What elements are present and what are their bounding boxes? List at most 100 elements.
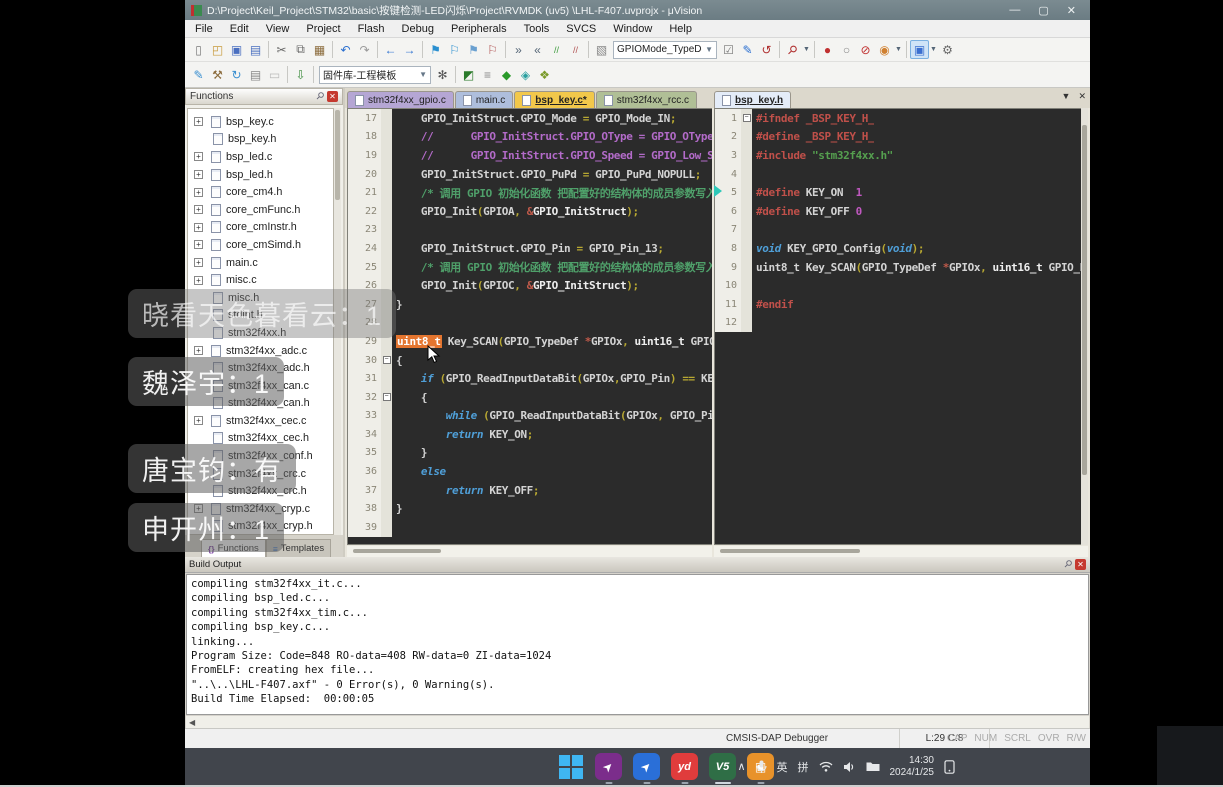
tab-bsp-key-h[interactable]: bsp_key.h — [714, 91, 791, 108]
maximize-button[interactable]: ▢ — [1038, 4, 1048, 17]
expand-plus-icon[interactable]: + — [194, 276, 203, 285]
menu-file[interactable]: File — [195, 23, 213, 35]
expand-plus-icon[interactable]: + — [194, 223, 203, 232]
build-target-icon[interactable]: ⚒ — [208, 65, 227, 84]
target-options-icon[interactable]: ✻ — [433, 65, 452, 84]
redo-icon[interactable]: ↷ — [355, 40, 374, 59]
indent-icon[interactable]: » — [509, 40, 528, 59]
navigate-forward-icon[interactable]: → — [400, 40, 419, 59]
minimize-button[interactable]: — — [1009, 4, 1020, 17]
right-editor-vscrollbar[interactable] — [1081, 108, 1088, 545]
new-file-icon[interactable]: ▯ — [189, 40, 208, 59]
expand-plus-icon[interactable]: + — [194, 346, 203, 355]
tree-item-core_cmSimd-h[interactable]: +core_cmSimd.h — [188, 236, 333, 254]
rebuild-target-icon[interactable]: ↻ — [227, 65, 246, 84]
tree-item-core_cmInstr-h[interactable]: +core_cmInstr.h — [188, 219, 333, 237]
symbols-book-icon[interactable]: ▧ — [592, 40, 611, 59]
window-titlebar[interactable]: D:\Project\Keil_Project\STM32\basic\按键检测… — [185, 0, 1090, 20]
edit-symbol-icon[interactable]: ✎ — [738, 40, 757, 59]
batch-build-icon[interactable]: ▤ — [246, 65, 265, 84]
menu-help[interactable]: Help — [669, 23, 692, 35]
build-output-log[interactable]: compiling stm32f4xx_it.c...compiling bsp… — [186, 574, 1089, 715]
kill-breakpoint-icon[interactable]: ⊘ — [856, 40, 875, 59]
code-area-bsp-key-h[interactable]: 1−#ifndef _BSP_KEY_H_2#define _BSP_KEY_H… — [714, 108, 1088, 545]
close-panel-icon[interactable]: ✕ — [327, 91, 338, 102]
configure-wrench-icon[interactable]: ⚙ — [938, 40, 957, 59]
tree-item-stm32f4xx_cec-c[interactable]: +stm32f4xx_cec.c — [188, 412, 333, 430]
symbol-combo[interactable]: GPIOMode_TypeDef▼ — [613, 41, 717, 59]
dropdown-arrow-icon[interactable]: ▼ — [929, 40, 938, 59]
menu-project[interactable]: Project — [306, 23, 340, 35]
expand-plus-icon[interactable]: + — [194, 170, 203, 179]
verify-symbol-icon[interactable]: ☑ — [719, 40, 738, 59]
target-combo[interactable]: 固件库-工程模板▼ — [319, 66, 431, 84]
expand-plus-icon[interactable]: + — [194, 117, 203, 126]
menu-window[interactable]: Window — [613, 23, 652, 35]
dropdown-arrow-icon[interactable]: ▼ — [802, 40, 811, 59]
download-flash-icon[interactable]: ⇩ — [291, 65, 310, 84]
volume-icon[interactable] — [843, 761, 856, 773]
refresh-symbols-icon[interactable]: ↺ — [757, 40, 776, 59]
manage-rte-icon[interactable]: ◆ — [497, 65, 516, 84]
close-tab-icon[interactable]: ✕ — [1078, 91, 1086, 102]
tree-item-bsp_led-h[interactable]: +bsp_led.h — [188, 166, 333, 184]
tab-stm32f4xx_rcc-c[interactable]: stm32f4xx_rcc.c — [596, 91, 697, 108]
right-editor-hscrollbar[interactable] — [714, 546, 1088, 557]
close-panel-icon[interactable]: ✕ — [1075, 559, 1086, 570]
taskbar-clock[interactable]: 14:30 2024/1/25 — [890, 755, 935, 779]
insert-bookmark-icon[interactable]: ⚑ — [426, 40, 445, 59]
close-button[interactable]: ✕ — [1067, 4, 1076, 17]
navigate-back-icon[interactable]: ← — [381, 40, 400, 59]
ime-language-indicator[interactable]: 英 — [777, 759, 788, 775]
pack-installer-icon[interactable]: ❖ — [535, 65, 554, 84]
start-button[interactable] — [557, 753, 584, 780]
menu-tools[interactable]: Tools — [524, 23, 550, 35]
select-software-packs-icon[interactable]: ◈ — [516, 65, 535, 84]
fold-minus-icon[interactable]: − — [383, 393, 391, 401]
youdao-dict-app-icon[interactable]: yd — [671, 753, 698, 780]
tab-stm32f4xx_gpio-c[interactable]: stm32f4xx_gpio.c — [347, 91, 454, 108]
paste-icon[interactable]: ▦ — [310, 40, 329, 59]
tray-expand-chevron-icon[interactable]: ∧ — [737, 760, 745, 773]
ime-pinyin-indicator[interactable]: 拼 — [798, 759, 809, 775]
uncomment-selection-icon[interactable]: // — [566, 40, 585, 59]
browser-app-icon[interactable]: ➤ — [633, 753, 660, 780]
save-all-icon[interactable]: ▤ — [246, 40, 265, 59]
fold-minus-icon[interactable]: − — [743, 114, 751, 122]
stop-build-icon[interactable]: ▭ — [265, 65, 284, 84]
dropdown-arrow-icon[interactable]: ▼ — [894, 40, 903, 59]
save-icon[interactable]: ▣ — [227, 40, 246, 59]
notification-center-icon[interactable] — [944, 760, 955, 774]
translate-file-icon[interactable]: ✎ — [189, 65, 208, 84]
clear-bookmarks-icon[interactable]: ⚐ — [483, 40, 502, 59]
menu-debug[interactable]: Debug — [402, 23, 434, 35]
menu-flash[interactable]: Flash — [358, 23, 385, 35]
expand-plus-icon[interactable]: + — [194, 152, 203, 161]
tree-item-core_cmFunc-h[interactable]: +core_cmFunc.h — [188, 201, 333, 219]
expand-plus-icon[interactable]: + — [194, 258, 203, 267]
menu-peripherals[interactable]: Peripherals — [451, 23, 507, 35]
open-file-icon[interactable]: ◰ — [208, 40, 227, 59]
keil-uvision-app-icon[interactable]: V5 — [709, 753, 736, 780]
enable-breakpoint-icon[interactable]: ○ — [837, 40, 856, 59]
tab-main-c[interactable]: main.c — [455, 91, 513, 108]
tree-item-bsp_led-c[interactable]: +bsp_led.c — [188, 148, 333, 166]
find-in-files-icon[interactable]: ⚲ — [783, 40, 802, 59]
remote-control-app-icon[interactable]: ➤ — [595, 753, 622, 780]
menu-view[interactable]: View — [266, 23, 290, 35]
tab-bsp_key-c-[interactable]: bsp_key.c* — [514, 91, 595, 108]
wifi-icon[interactable] — [819, 761, 833, 772]
next-bookmark-icon[interactable]: ⚑ — [464, 40, 483, 59]
tree-item-bsp_key-c[interactable]: +bsp_key.c — [188, 113, 333, 131]
expand-plus-icon[interactable]: + — [194, 416, 203, 425]
tree-item-core_cm4-h[interactable]: +core_cm4.h — [188, 183, 333, 201]
insert-breakpoint-icon[interactable]: ● — [818, 40, 837, 59]
expand-plus-icon[interactable]: + — [194, 205, 203, 214]
kill-all-breakpoints-icon[interactable]: ◉ — [875, 40, 894, 59]
menu-edit[interactable]: Edit — [230, 23, 249, 35]
expand-plus-icon[interactable]: + — [194, 188, 203, 197]
folder-tray-icon[interactable] — [866, 761, 880, 772]
outdent-icon[interactable]: « — [528, 40, 547, 59]
tree-item-misc-c[interactable]: +misc.c — [188, 271, 333, 289]
windows-list-icon[interactable]: ▣ — [910, 40, 929, 59]
